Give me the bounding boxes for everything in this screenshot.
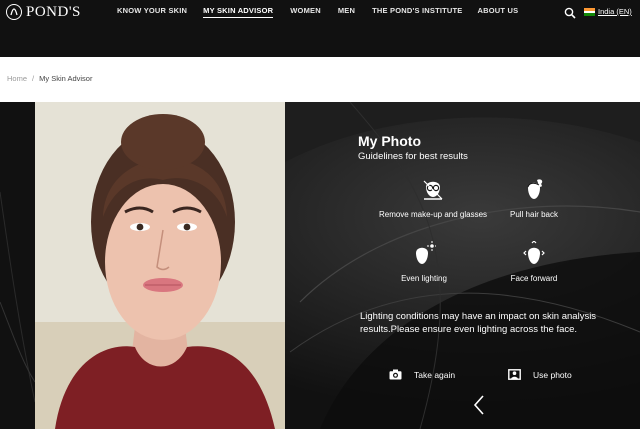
nav-ponds-institute[interactable]: THE POND'S INSTITUTE bbox=[372, 6, 462, 18]
panel-subtitle: Guidelines for best results bbox=[358, 151, 468, 162]
use-photo-label: Use photo bbox=[533, 369, 572, 380]
take-again-label: Take again bbox=[414, 369, 456, 380]
brand-logo[interactable]: POND'S bbox=[6, 3, 81, 21]
tip-label-face-forward: Face forward bbox=[510, 274, 558, 283]
lighting-notice: Lighting conditions may have an impact o… bbox=[360, 311, 597, 335]
nav-about-us[interactable]: ABOUT US bbox=[478, 6, 519, 18]
nav-men[interactable]: MEN bbox=[338, 6, 355, 18]
skin-advisor-stage: My Photo Guidelines for best results Rem… bbox=[0, 102, 640, 429]
brand-name: POND'S bbox=[26, 3, 81, 20]
portrait-photo-icon bbox=[508, 369, 521, 380]
panel-title: My Photo bbox=[358, 133, 421, 149]
tip-face-forward: Face forward bbox=[479, 241, 589, 285]
take-again-button[interactable]: Take again bbox=[389, 369, 455, 380]
search-icon[interactable] bbox=[564, 6, 576, 19]
tip-label-even-lighting: Even lighting bbox=[401, 274, 447, 283]
nav-know-your-skin[interactable]: KNOW YOUR SKIN bbox=[117, 6, 187, 18]
camera-icon bbox=[389, 369, 402, 380]
hair-back-icon bbox=[527, 179, 543, 199]
top-navigation: POND'S KNOW YOUR SKIN MY SKIN ADVISOR WO… bbox=[0, 0, 640, 57]
tip-label-remove-makeup: Remove make-up and glasses bbox=[378, 210, 488, 219]
tip-even-lighting: Even lighting bbox=[369, 241, 479, 285]
chevron-left-icon[interactable] bbox=[472, 394, 486, 416]
tip-remove-makeup: Remove make-up and glasses bbox=[378, 177, 488, 221]
breadcrumb-current: My Skin Advisor bbox=[39, 74, 93, 83]
no-makeup-glasses-icon bbox=[423, 180, 443, 200]
use-photo-button[interactable]: Use photo bbox=[508, 369, 572, 380]
india-flag-icon[interactable] bbox=[584, 8, 595, 17]
locale-selector[interactable]: India (EN) bbox=[598, 7, 632, 16]
tip-pull-hair: Pull hair back bbox=[479, 177, 589, 221]
even-lighting-icon bbox=[416, 241, 436, 264]
nav-women[interactable]: WOMEN bbox=[290, 6, 321, 18]
breadcrumb-home[interactable]: Home bbox=[7, 74, 27, 83]
ponds-logo-icon bbox=[6, 4, 22, 20]
portrait-image bbox=[35, 102, 285, 429]
nav-my-skin-advisor[interactable]: MY SKIN ADVISOR bbox=[203, 6, 274, 18]
main-menu: KNOW YOUR SKIN MY SKIN ADVISOR WOMEN MEN… bbox=[117, 6, 518, 18]
captured-photo bbox=[35, 102, 285, 429]
face-forward-icon bbox=[523, 241, 545, 264]
breadcrumb-separator: / bbox=[32, 74, 35, 83]
tip-label-pull-hair: Pull hair back bbox=[509, 210, 559, 219]
breadcrumb: Home / My Skin Advisor bbox=[7, 74, 92, 83]
